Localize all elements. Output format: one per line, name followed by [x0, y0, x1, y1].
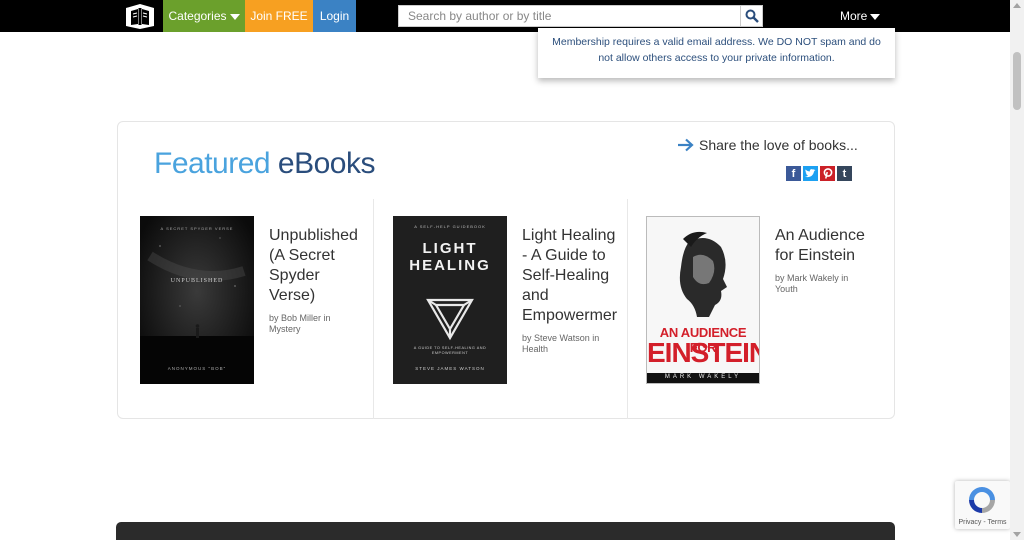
category-link[interactable]: Health [522, 344, 548, 354]
search-button[interactable] [741, 5, 763, 27]
recaptcha-icon [969, 487, 995, 513]
share-prompt: Share the love of books... [677, 137, 858, 153]
author-link[interactable]: Mark Wakely [787, 273, 839, 283]
book-cover[interactable]: A SELF-HELP GUIDEBOOK LIGHT HEALING A GU… [393, 216, 507, 384]
cover-author-text: STEVE JAMES WATSON [415, 366, 485, 371]
next-section-band [116, 522, 895, 540]
title-line: (A Secret [269, 247, 335, 264]
title-line: Unpublished [269, 227, 358, 244]
book-info: An Audience for Einstein by Mark Wakely … [775, 226, 865, 295]
by-label: by [775, 273, 785, 283]
in-label: in [841, 273, 849, 283]
share-text: Share the love of books... [699, 137, 858, 153]
recaptcha-label[interactable]: Privacy - Terms [955, 519, 1010, 526]
cover-title-line-2: HEALING [409, 257, 491, 274]
title-line: Light Healing [522, 227, 616, 244]
in-label: in [323, 313, 331, 323]
cover-author-text: MARK WAKELY [664, 374, 742, 380]
featured-ebooks-section: Featured eBooks Share the love of books.… [117, 121, 895, 419]
membership-line-1: Membership requires a valid email addres… [552, 36, 881, 48]
title-line: Self-Healing [522, 267, 610, 284]
title-line: Empowermer [522, 307, 618, 324]
title-line: and [522, 287, 549, 304]
book-cover[interactable]: A SECRET SPYDER VERSE UNPUBLISHED ANONYM… [140, 216, 254, 384]
title-line: Verse) [269, 287, 316, 304]
book-card[interactable]: AN AUDIENCE FOR EINSTEIN MARK WAKELY An … [624, 199, 894, 419]
scroll-down-arrow-icon[interactable] [1013, 532, 1021, 537]
by-label: by [522, 333, 532, 343]
categories-menu-button[interactable]: Categories [163, 0, 245, 32]
scroll-thumb[interactable] [1013, 52, 1021, 110]
search-bar [398, 5, 763, 27]
author-link[interactable]: Bob Miller [281, 313, 321, 323]
join-free-button[interactable]: Join FREE [245, 0, 313, 32]
recaptcha-badge[interactable]: Privacy - Terms [955, 481, 1010, 529]
title-ebooks: eBooks [277, 147, 376, 180]
category-link[interactable]: Youth [775, 284, 798, 294]
book-title[interactable]: Unpublished (A Secret Spyder Verse) [269, 226, 358, 306]
membership-line-2: not allow others access to your private … [598, 52, 835, 64]
social-share-icons: f t [786, 166, 852, 181]
caret-down-icon [870, 13, 881, 20]
more-label: More [840, 9, 868, 23]
title-featured: Featured [154, 147, 271, 180]
book-info: Unpublished (A Secret Spyder Verse) by B… [269, 226, 358, 335]
book-meta: by Bob Miller in Mystery [269, 313, 358, 335]
author-link[interactable]: Steve Watson [534, 333, 590, 343]
title-line: - A Guide to [522, 247, 606, 264]
vertical-scrollbar[interactable] [1010, 0, 1024, 540]
title-line: for Einstein [775, 247, 856, 264]
pinterest-icon[interactable] [820, 166, 835, 181]
section-title: Featured eBooks [154, 147, 376, 181]
category-link[interactable]: Mystery [269, 324, 301, 334]
categories-label: Categories [168, 9, 227, 23]
search-icon [745, 9, 759, 23]
title-line: Spyder [269, 267, 320, 284]
tumblr-icon[interactable]: t [837, 166, 852, 181]
cover-subtitle-text: A GUIDE TO SELF-HEALING AND EMPOWERMENT [413, 346, 487, 355]
book-card[interactable]: A SELF-HELP GUIDEBOOK LIGHT HEALING A GU… [371, 199, 626, 419]
title-line: An Audience [775, 227, 865, 244]
book-card[interactable]: A SECRET SPYDER VERSE UNPUBLISHED ANONYM… [118, 199, 373, 419]
cover-author-text: ANONYMOUS "BOB" [167, 366, 227, 371]
book-cover[interactable]: AN AUDIENCE FOR EINSTEIN MARK WAKELY [646, 216, 760, 384]
facebook-icon[interactable]: f [786, 166, 801, 181]
login-button[interactable]: Login [313, 0, 356, 32]
caret-down-icon [229, 13, 240, 20]
book-meta: by Steve Watson in Health [522, 333, 617, 355]
book-title[interactable]: An Audience for Einstein [775, 226, 865, 266]
cover-series-text: A SECRET SPYDER VERSE [160, 226, 234, 231]
cover-title-text: UNPUBLISHED [170, 278, 224, 284]
cover-title-line-1: LIGHT [422, 240, 478, 257]
book-title[interactable]: Light Healing - A Guide to Self-Healing … [522, 226, 617, 326]
site-logo-icon[interactable] [122, 2, 158, 30]
arrow-right-icon [678, 138, 694, 152]
book-meta: by Mark Wakely in Youth [775, 273, 865, 295]
book-info: Light Healing - A Guide to Self-Healing … [522, 226, 617, 355]
in-label: in [592, 333, 600, 343]
twitter-icon[interactable] [803, 166, 818, 181]
search-input[interactable] [398, 5, 741, 27]
scroll-up-arrow-icon[interactable] [1013, 3, 1021, 8]
membership-notice: Membership requires a valid email addres… [538, 28, 895, 78]
by-label: by [269, 313, 279, 323]
cover-series-text: A SELF-HELP GUIDEBOOK [414, 224, 486, 229]
cover-title-line-2: EINSTEIN [647, 337, 760, 368]
